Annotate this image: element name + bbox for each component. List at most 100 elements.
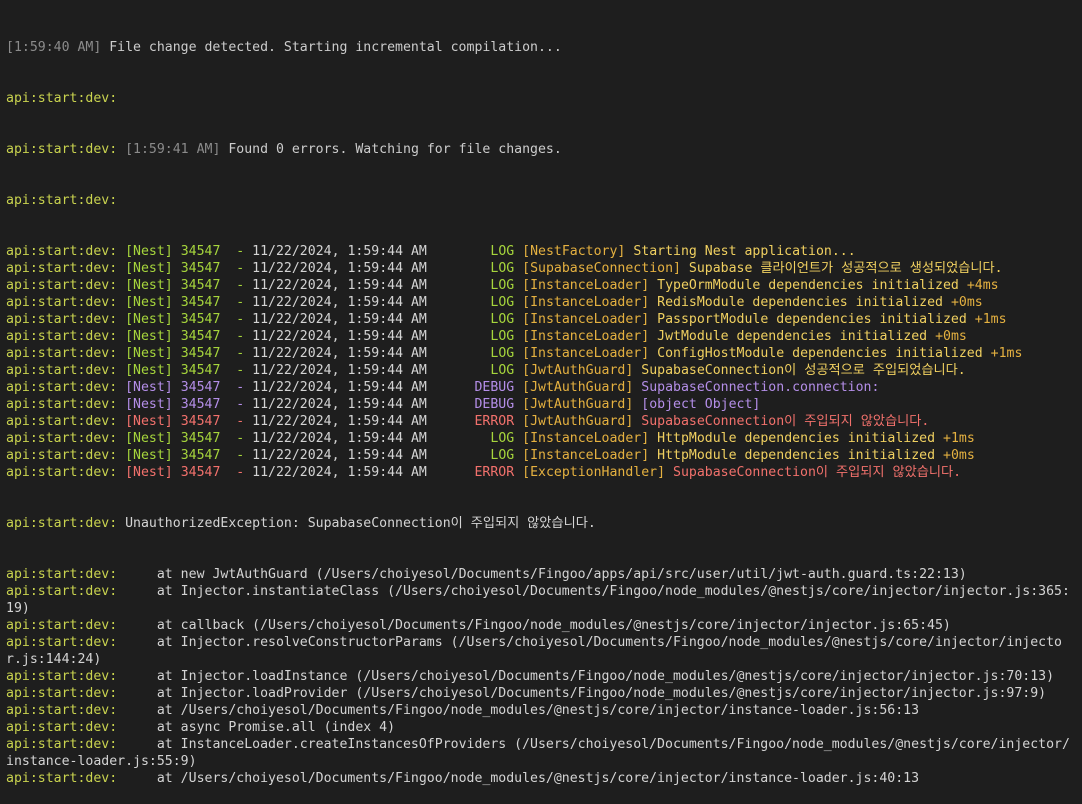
separator: - — [220, 261, 253, 276]
process-id: 34547 — [180, 397, 221, 412]
log-prefix: api:start:dev: — [6, 312, 118, 327]
stack-frame-text: at Injector.loadInstance (/Users/choiyes… — [125, 669, 1055, 684]
separator: - — [220, 346, 253, 361]
terminal-output[interactable]: [1:59:40 AM] File change detected. Start… — [6, 5, 1076, 804]
stack-frame-text: at new JwtAuthGuard (/Users/choiyesol/Do… — [125, 567, 967, 582]
log-context: [JwtAuthGuard] — [522, 363, 634, 378]
log-prefix: api:start:dev: — [6, 465, 118, 480]
log-prefix: api:start:dev: — [6, 686, 118, 701]
log-prefix: api:start:dev: — [6, 771, 118, 786]
stack-frame: api:start:dev: at InstanceLoader.createI… — [6, 736, 1076, 770]
elapsed-time: +0ms — [950, 295, 983, 310]
log-message: [object Object] — [641, 397, 761, 412]
process-id: 34547 — [180, 363, 221, 378]
stack-frame: api:start:dev: at Injector.loadProvider … — [6, 685, 1076, 702]
log-message: JwtModule dependencies initialized — [657, 329, 928, 344]
nest-tag: [Nest] — [125, 380, 173, 395]
process-id: 34547 — [180, 346, 221, 361]
log-prefix: api:start:dev: — [6, 618, 118, 633]
nest-log-line: api:start:dev: [Nest] 34547 - 11/22/2024… — [6, 345, 1076, 362]
nest-tag: [Nest] — [125, 261, 173, 276]
process-id: 34547 — [180, 431, 221, 446]
timestamp: [1:59:41 AM] — [125, 142, 221, 157]
log-message: HttpModule dependencies initialized — [657, 448, 936, 463]
nest-tag: [Nest] — [125, 431, 173, 446]
stack-frame-text: at /Users/choiyesol/Documents/Fingoo/nod… — [125, 771, 920, 786]
stack-frame: api:start:dev: at Injector.loadInstance … — [6, 668, 1076, 685]
stack-trace: api:start:dev: at new JwtAuthGuard (/Use… — [6, 566, 1076, 787]
log-level: LOG — [490, 312, 515, 327]
log-date: 11/22/2024, 1:59:44 AM — [252, 414, 427, 429]
log-context: [JwtAuthGuard] — [522, 380, 634, 395]
log-message: SupabaseConnection이 주입되지 않았습니다. — [673, 465, 962, 480]
separator: - — [220, 312, 253, 327]
process-id: 34547 — [180, 295, 221, 310]
log-date: 11/22/2024, 1:59:44 AM — [252, 346, 427, 361]
nest-log-line: api:start:dev: [Nest] 34547 - 11/22/2024… — [6, 379, 1076, 396]
nest-tag: [Nest] — [125, 244, 173, 259]
log-prefix: api:start:dev: — [6, 397, 118, 412]
log-date: 11/22/2024, 1:59:44 AM — [252, 278, 427, 293]
log-message: SupabaseConnection이 주입되지 않았습니다. — [641, 414, 930, 429]
log-level: LOG — [490, 329, 515, 344]
log-prefix: api:start:dev: — [6, 635, 118, 650]
log-message: SupabaseConnection이 성공적으로 주입되었습니다. — [641, 363, 966, 378]
log-prefix: api:start:dev: — [6, 329, 118, 344]
log-message: Found 0 errors. Watching for file change… — [220, 142, 562, 157]
log-date: 11/22/2024, 1:59:44 AM — [252, 244, 427, 259]
log-context: [SupabaseConnection] — [522, 261, 681, 276]
log-prefix: api:start:dev: — [6, 669, 118, 684]
nest-log-line: api:start:dev: [Nest] 34547 - 11/22/2024… — [6, 311, 1076, 328]
log-message: Starting Nest application... — [633, 244, 856, 259]
log-prefix: api:start:dev: — [6, 91, 118, 106]
log-level: LOG — [490, 244, 515, 259]
log-date: 11/22/2024, 1:59:44 AM — [252, 465, 427, 480]
log-prefix: api:start:dev: — [6, 414, 118, 429]
timestamp: [1:59:40 AM] — [6, 40, 102, 55]
stack-frame: api:start:dev: at new JwtAuthGuard (/Use… — [6, 566, 1076, 583]
nest-tag: [Nest] — [125, 414, 173, 429]
log-prefix: api:start:dev: — [6, 278, 118, 293]
log-message: SupabaseConnection.connection: — [641, 380, 880, 395]
log-level: ERROR — [474, 414, 515, 429]
stack-frame-text: at InstanceLoader.createInstancesOfProvi… — [6, 737, 1070, 769]
process-id: 34547 — [180, 448, 221, 463]
log-prefix: api:start:dev: — [6, 584, 118, 599]
stack-frame: api:start:dev: at Injector.instantiateCl… — [6, 583, 1076, 617]
log-message: ConfigHostModule dependencies initialize… — [657, 346, 983, 361]
log-context: [InstanceLoader] — [522, 448, 650, 463]
log-prefix: api:start:dev: — [6, 567, 118, 582]
nest-log-line: api:start:dev: [Nest] 34547 - 11/22/2024… — [6, 447, 1076, 464]
nest-log-line: api:start:dev: [Nest] 34547 - 11/22/2024… — [6, 430, 1076, 447]
stack-frame: api:start:dev: at /Users/choiyesol/Docum… — [6, 702, 1076, 719]
separator: - — [220, 465, 253, 480]
separator: - — [220, 244, 253, 259]
log-message: PassportModule dependencies initialized — [657, 312, 967, 327]
elapsed-time: +1ms — [943, 431, 975, 446]
nest-tag: [Nest] — [125, 278, 173, 293]
nest-tag: [Nest] — [125, 397, 173, 412]
log-level: LOG — [490, 431, 515, 446]
elapsed-time: +0ms — [943, 448, 975, 463]
nest-tag: [Nest] — [125, 329, 173, 344]
separator: - — [220, 278, 253, 293]
separator: - — [220, 397, 253, 412]
separator: - — [220, 448, 253, 463]
stack-frame-text: at Injector.loadProvider (/Users/choiyes… — [125, 686, 1047, 701]
log-message: TypeOrmModule dependencies initialized — [657, 278, 959, 293]
separator: - — [220, 431, 253, 446]
log-line: api:start:dev: UnauthorizedException: Su… — [6, 515, 1076, 532]
log-prefix: api:start:dev: — [6, 703, 118, 718]
nest-log-line: api:start:dev: [Nest] 34547 - 11/22/2024… — [6, 260, 1076, 277]
nest-tag: [Nest] — [125, 448, 173, 463]
nest-log-line: api:start:dev: [Nest] 34547 - 11/22/2024… — [6, 362, 1076, 379]
log-level: LOG — [490, 295, 515, 310]
process-id: 34547 — [180, 278, 221, 293]
stack-frame-text: at Injector.resolveConstructorParams (/U… — [6, 635, 1062, 667]
log-prefix: api:start:dev: — [6, 261, 118, 276]
process-id: 34547 — [180, 329, 221, 344]
log-level: LOG — [490, 261, 515, 276]
nest-tag: [Nest] — [125, 363, 173, 378]
log-message: Supabase 클라이언트가 성공적으로 생성되었습니다. — [688, 261, 1003, 276]
log-prefix: api:start:dev: — [6, 448, 118, 463]
